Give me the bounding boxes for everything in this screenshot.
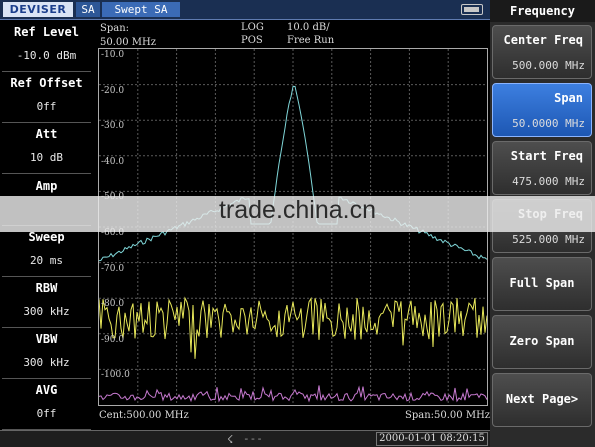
y-axis-label: -80.0 bbox=[101, 299, 125, 310]
softkey-label: Next Page> bbox=[505, 392, 579, 406]
param-value: 20 ms bbox=[29, 253, 64, 267]
param-value: 300 kHz bbox=[23, 305, 70, 318]
watermark-text: trade.china.cn bbox=[218, 196, 377, 224]
param-value: 0ff bbox=[36, 100, 57, 114]
center-frequency-label: Cent:500.00 MHz bbox=[99, 410, 189, 421]
softkey-zero-span[interactable]: Zero Span bbox=[492, 315, 592, 369]
softkey-label: Full Span bbox=[509, 276, 575, 290]
softkey-center-freq[interactable]: Center Freq 500.000 MHz bbox=[492, 25, 592, 79]
param-label: RBW bbox=[35, 281, 58, 295]
param-value: 0ff bbox=[36, 407, 57, 421]
param-label: Ref Offset bbox=[10, 76, 83, 91]
y-axis-label: -20.0 bbox=[101, 85, 125, 96]
softkey-next-page[interactable]: Next Page> bbox=[492, 373, 592, 427]
softkey-full-span[interactable]: Full Span bbox=[492, 257, 592, 311]
run-mode: Free Run bbox=[287, 35, 335, 46]
softkey-value: 500.000 MHz bbox=[512, 59, 585, 72]
analyzer-screen: DEVISER SA Swept SA Span: 50.00 MHz LOG … bbox=[0, 0, 595, 447]
param-value: 300 kHz bbox=[23, 356, 70, 370]
param-att[interactable]: Att 10 dB bbox=[0, 122, 93, 175]
y-axis-label: -10.0 bbox=[101, 50, 125, 60]
param-value: -10.0 dBm bbox=[16, 49, 77, 62]
param-value: 10 dB bbox=[29, 151, 64, 165]
scale-value: 10.0 dB/ bbox=[287, 22, 330, 33]
param-label: Ref Level bbox=[13, 25, 80, 39]
detector-mode: POS bbox=[241, 35, 263, 46]
param-vbw[interactable]: VBW 300 kHz bbox=[0, 327, 93, 380]
mode-tab[interactable]: SA bbox=[76, 2, 100, 17]
usb-icon: ☇ bbox=[227, 433, 234, 446]
softkey-span[interactable]: Span 50.0000 MHz bbox=[492, 83, 592, 137]
softkey-label: Zero Span bbox=[509, 334, 575, 348]
battery-icon bbox=[461, 4, 483, 15]
param-avg[interactable]: AVG 0ff bbox=[0, 378, 93, 431]
softkey-label: Start Freq bbox=[510, 149, 583, 163]
param-sweep[interactable]: Sweep 20 ms bbox=[0, 225, 93, 277]
brand-logo: DEVISER bbox=[3, 2, 73, 17]
y-axis-label: -70.0 bbox=[101, 263, 125, 274]
softkey-label: Center Freq bbox=[503, 33, 583, 47]
top-bar: DEVISER SA Swept SA bbox=[0, 0, 490, 20]
param-label: Amp bbox=[35, 178, 58, 193]
param-ref-level[interactable]: Ref Level -10.0 dBm bbox=[0, 20, 93, 72]
y-axis-label: -30.0 bbox=[101, 121, 125, 132]
param-rbw[interactable]: RBW 300 kHz bbox=[0, 276, 93, 328]
param-label: Att bbox=[35, 127, 58, 142]
y-axis-label: -90.0 bbox=[101, 334, 125, 345]
scale-type: LOG bbox=[241, 22, 264, 33]
param-label: VBW bbox=[35, 332, 58, 347]
status-bar: ☇ --- 2000-01-01 08:20:15 bbox=[0, 430, 490, 447]
softkey-value: 525.000 MHz bbox=[512, 233, 585, 246]
softkey-menu-title: Frequency bbox=[490, 0, 595, 22]
softkey-value: 475.000 MHz bbox=[512, 175, 585, 188]
softkey-label: Span bbox=[554, 91, 583, 105]
status-indicator: --- bbox=[243, 432, 263, 445]
date-time: 2000-01-01 08:20:15 bbox=[376, 432, 488, 446]
watermark-band: trade.china.cn bbox=[0, 196, 595, 232]
span-value: 50.00 MHz bbox=[100, 37, 157, 48]
y-axis-label: -40.0 bbox=[101, 156, 125, 167]
span-frequency-label: Span:50.00 MHz bbox=[405, 410, 491, 421]
param-ref-offset[interactable]: Ref Offset 0ff bbox=[0, 71, 93, 124]
softkey-value: 50.0000 MHz bbox=[512, 117, 585, 130]
span-label: Span: bbox=[100, 23, 130, 34]
param-label: AVG bbox=[35, 383, 58, 398]
softkey-start-freq[interactable]: Start Freq 475.000 MHz bbox=[492, 141, 592, 195]
measurement-title-tab[interactable]: Swept SA bbox=[102, 2, 180, 17]
y-axis-label: -100.0 bbox=[101, 370, 130, 381]
